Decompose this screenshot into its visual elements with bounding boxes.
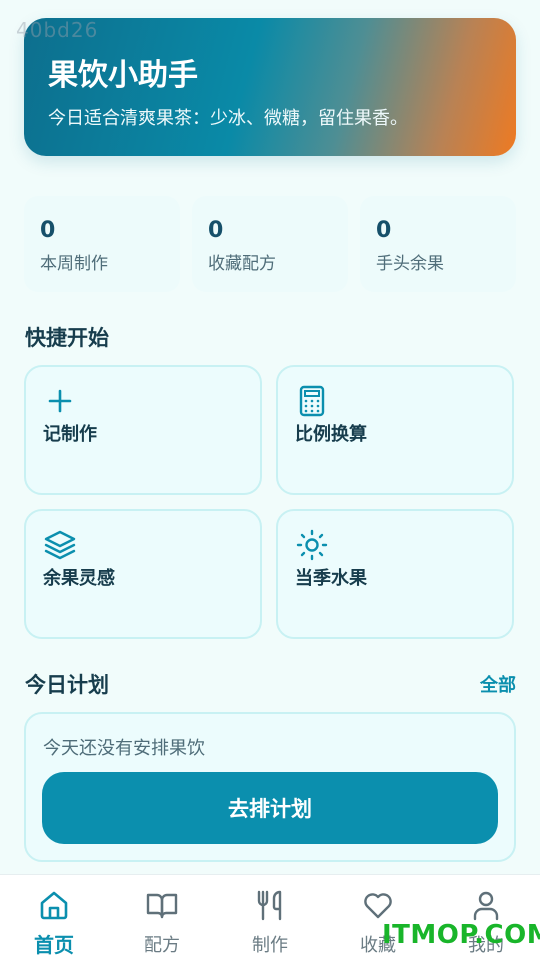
tab-recipes[interactable]: 配方	[108, 875, 216, 960]
watermark-top: 40bd26	[16, 18, 99, 42]
quick-card-label: 当季水果	[295, 568, 367, 589]
quick-card-label: 余果灵感	[43, 568, 115, 589]
plus-icon	[48, 389, 72, 413]
quick-card-seasonal[interactable]: 当季水果	[276, 509, 514, 639]
stat-value: 0	[208, 218, 224, 243]
quick-card-record[interactable]: 记制作	[24, 365, 262, 495]
view-all-link[interactable]: 全部	[480, 671, 516, 697]
sun-icon	[296, 529, 328, 561]
watermark-bottom: ITMOP.COM	[382, 920, 540, 950]
quick-start-title: 快捷开始	[25, 326, 109, 350]
tab-label: 配方	[144, 935, 180, 956]
stats-row: 0 本周制作 0 收藏配方 0 手头余果	[24, 196, 516, 292]
today-plan-card: 今天还没有安排果饮 去排计划	[24, 712, 516, 862]
empty-plan-text: 今天还没有安排果饮	[43, 738, 205, 759]
stat-label: 收藏配方	[208, 254, 276, 274]
tab-make[interactable]: 制作	[216, 875, 324, 960]
book-icon	[146, 893, 178, 919]
stat-weekly-made[interactable]: 0 本周制作	[24, 196, 180, 292]
utensils-icon	[257, 890, 282, 921]
stat-value: 0	[40, 218, 56, 243]
calculator-icon	[299, 385, 325, 417]
heart-icon	[364, 893, 392, 919]
stat-favorite-recipes[interactable]: 0 收藏配方	[192, 196, 348, 292]
tab-label: 制作	[252, 935, 288, 956]
tab-home[interactable]: 首页	[0, 875, 108, 960]
quick-card-label: 记制作	[43, 424, 97, 445]
hero-subtitle: 今日适合清爽果茶：少冰、微糖，留住果香。	[48, 108, 408, 129]
layers-icon	[44, 530, 76, 560]
quick-card-ratio[interactable]: 比例换算	[276, 365, 514, 495]
quick-card-leftover[interactable]: 余果灵感	[24, 509, 262, 639]
home-icon	[40, 891, 68, 920]
schedule-plan-button[interactable]: 去排计划	[42, 772, 498, 844]
app-title: 果饮小助手	[48, 58, 198, 93]
stat-value: 0	[376, 218, 392, 243]
stat-label: 本周制作	[40, 254, 108, 274]
quick-card-label: 比例换算	[295, 424, 367, 445]
tab-label: 首页	[34, 933, 74, 957]
stat-leftover-fruit[interactable]: 0 手头余果	[360, 196, 516, 292]
home-screen: 果饮小助手 今日适合清爽果茶：少冰、微糖，留住果香。 40bd26 0 本周制作…	[0, 0, 540, 960]
stat-label: 手头余果	[376, 254, 444, 274]
today-plan-title: 今日计划	[25, 673, 109, 697]
user-icon	[473, 891, 499, 921]
